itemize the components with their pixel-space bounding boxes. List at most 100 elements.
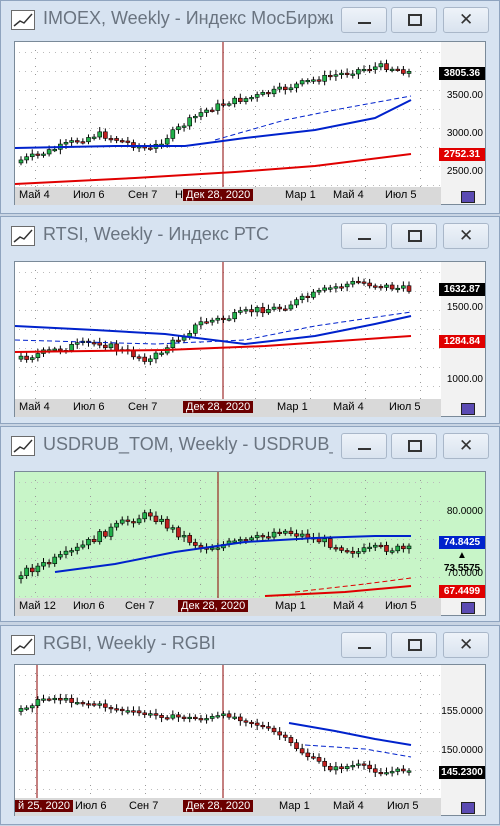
minimize-button[interactable] xyxy=(341,223,387,249)
minimize-button[interactable] xyxy=(341,433,387,459)
grid-dot xyxy=(289,558,290,559)
grid-dot xyxy=(409,713,410,714)
grid-dot xyxy=(379,166,380,167)
grid-dot xyxy=(367,52,368,53)
candle xyxy=(131,350,136,358)
plot-area[interactable] xyxy=(14,262,441,399)
maximize-button[interactable] xyxy=(391,433,437,459)
maximize-button[interactable] xyxy=(391,223,437,249)
chart-area[interactable]: 3500.00 3000.00 2500.00 3805.36 2752.31 … xyxy=(14,41,486,205)
candle xyxy=(103,703,108,708)
candle xyxy=(389,284,395,290)
grid-dot xyxy=(295,675,296,676)
grid-dot xyxy=(433,789,434,790)
grid-dot xyxy=(310,178,311,179)
x-tick: Сен 7 xyxy=(129,800,159,812)
chart-area[interactable]: 155.0000 150.0000 145.2300 й 25, 2020 Ию… xyxy=(14,664,486,816)
settings-icon[interactable] xyxy=(461,602,475,614)
grid-dot xyxy=(211,166,212,167)
grid-dot xyxy=(79,367,80,368)
grid-dot xyxy=(187,596,188,597)
plot-area[interactable] xyxy=(14,42,441,187)
grid-dot xyxy=(241,90,242,91)
grid-dot xyxy=(439,386,440,387)
grid-dot xyxy=(73,732,74,733)
grid-dot xyxy=(25,558,26,559)
grid-dot xyxy=(310,793,311,794)
grid-dot xyxy=(79,71,80,72)
grid-dot xyxy=(61,501,62,502)
candle xyxy=(193,542,198,546)
chart-area[interactable]: 1500.00 1000.00 1632.87 1284.84 Май 4 Ию… xyxy=(14,261,486,417)
grid-dot xyxy=(255,697,256,698)
grid-dot xyxy=(109,90,110,91)
grid-dot xyxy=(200,729,201,730)
close-button[interactable]: ✕ xyxy=(443,632,489,658)
grid-dot xyxy=(35,729,36,730)
grid-dot xyxy=(193,501,194,502)
grid-dot xyxy=(283,577,284,578)
grid-dot xyxy=(157,71,158,72)
grid-dot xyxy=(325,482,326,483)
grid-dot xyxy=(37,109,38,110)
last-price-badge: ▲ 73.5575 xyxy=(439,549,485,574)
grid-dot xyxy=(313,732,314,733)
grid-dot xyxy=(420,745,421,746)
candle xyxy=(395,287,401,291)
candle xyxy=(271,727,277,733)
grid-dot xyxy=(255,178,256,179)
grid-dot xyxy=(61,539,62,540)
grid-dot xyxy=(277,770,278,771)
grid-dot xyxy=(255,74,256,75)
settings-icon[interactable] xyxy=(461,802,475,814)
grid-dot xyxy=(67,520,68,521)
grid-dot xyxy=(355,52,356,53)
grid-dot xyxy=(55,367,56,368)
maximize-icon xyxy=(408,440,422,452)
grid-dot xyxy=(259,272,260,273)
maximize-button[interactable] xyxy=(391,7,437,33)
grid-dot xyxy=(365,162,366,163)
grid-dot xyxy=(181,386,182,387)
close-button[interactable]: ✕ xyxy=(443,7,489,33)
grid-dot xyxy=(121,732,122,733)
grid-dot xyxy=(301,329,302,330)
plot-area[interactable] xyxy=(15,665,441,798)
grid-dot xyxy=(355,90,356,91)
grid-dot xyxy=(91,109,92,110)
grid-dot xyxy=(90,512,91,513)
chart-area[interactable]: 80.0000 70.0000 74.8425 ▲ 73.5575 67.449… xyxy=(14,471,486,616)
candle xyxy=(136,356,142,359)
settings-icon[interactable] xyxy=(461,403,475,415)
titlebar[interactable]: IMOEX, Weekly - Индекс МосБиржи ✕ xyxy=(1,1,499,37)
grid-dot xyxy=(433,751,434,752)
titlebar[interactable]: RGBI, Weekly - RGBI ✕ xyxy=(1,626,499,662)
grid-dot xyxy=(235,732,236,733)
grid-dot xyxy=(319,310,320,311)
grid-dot xyxy=(31,789,32,790)
maximize-button[interactable] xyxy=(391,632,437,658)
grid-dot xyxy=(307,272,308,273)
grid-dot xyxy=(310,358,311,359)
grid-dot xyxy=(91,185,92,186)
grid-dot xyxy=(103,386,104,387)
grid-dot xyxy=(307,596,308,597)
titlebar[interactable]: USDRUB_TOM, Weekly - USDRUB_T... ✕ xyxy=(1,427,499,463)
grid-dot xyxy=(420,753,421,754)
close-button[interactable]: ✕ xyxy=(443,433,489,459)
grid-dot xyxy=(199,310,200,311)
titlebar[interactable]: RTSI, Weekly - Индекс РТС ✕ xyxy=(1,217,499,253)
grid-dot xyxy=(367,329,368,330)
grid-dot xyxy=(200,560,201,561)
grid-dot xyxy=(421,501,422,502)
close-button[interactable]: ✕ xyxy=(443,223,489,249)
settings-icon[interactable] xyxy=(461,191,475,203)
grid-dot xyxy=(313,147,314,148)
plot-area[interactable] xyxy=(15,472,441,598)
grid-dot xyxy=(31,367,32,368)
grid-dot xyxy=(157,291,158,292)
grid-dot xyxy=(67,770,68,771)
minimize-button[interactable] xyxy=(341,632,387,658)
minimize-button[interactable] xyxy=(341,7,387,33)
grid-dot xyxy=(145,382,146,383)
